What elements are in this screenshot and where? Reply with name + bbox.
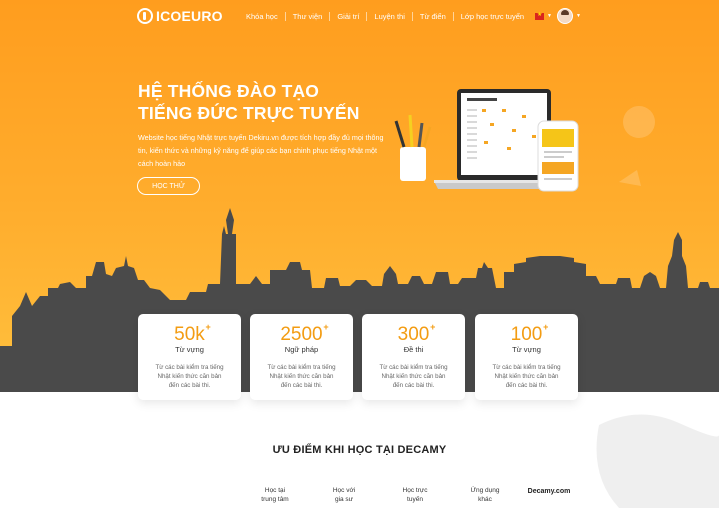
nav-item-thu-vien[interactable]: Thư viện bbox=[286, 12, 330, 21]
stat-card: 100 + Từ vựng Từ các bài kiểm tra tiếng N… bbox=[475, 314, 578, 400]
stat-label: Đề thi bbox=[403, 345, 424, 354]
stat-number: 2500 bbox=[280, 324, 323, 345]
hero-title-line2: TIẾNG ĐỨC TRỰC TUYẾN bbox=[138, 103, 360, 123]
language-chevron-down-icon[interactable]: ▼ bbox=[547, 13, 552, 19]
stat-plus: + bbox=[323, 322, 329, 332]
nav-item-tu-dien[interactable]: Từ điển bbox=[413, 12, 453, 21]
stat-label: Từ vựng bbox=[512, 345, 541, 354]
stat-card: 50k + Từ vựng Từ các bài kiểm tra tiếng N… bbox=[138, 314, 241, 400]
site-logo[interactable]: ICOEURO bbox=[137, 8, 223, 24]
advantages-tabs: Học tại trung tâm Học với gia sư Học trự… bbox=[0, 486, 719, 508]
stat-number: 100 bbox=[510, 324, 543, 345]
try-now-button[interactable]: HỌC THỬ bbox=[137, 177, 200, 195]
stat-value: 300 + bbox=[397, 322, 436, 346]
stat-number: 300 bbox=[397, 324, 430, 345]
stat-description: Từ các bài kiểm tra tiếng Nhật kiến thức… bbox=[155, 364, 224, 389]
tab-decamy[interactable]: Decamy.com bbox=[524, 487, 574, 496]
stat-plus: + bbox=[543, 322, 549, 332]
hero-title-line1: HỆ THỐNG ĐÀO TẠO bbox=[138, 81, 320, 101]
laptop-phone-illustration bbox=[394, 89, 579, 192]
hero-banner: ICOEURO Khóa học Thư viện Giải trí Luyện… bbox=[0, 0, 719, 400]
stat-number: 50k bbox=[174, 324, 205, 345]
stat-plus: + bbox=[205, 322, 211, 332]
tab-line: trung tâm bbox=[261, 496, 289, 503]
logo-icon bbox=[137, 8, 153, 24]
tab-hoc-tai-trung-tam[interactable]: Học tại trung tâm bbox=[253, 486, 297, 504]
hero-description: Website học tiếng Nhật trực tuyến Dekiru… bbox=[138, 133, 384, 168]
tab-line: Học trực bbox=[402, 487, 428, 494]
tab-line: Học với bbox=[332, 487, 356, 494]
tab-line: gia sư bbox=[334, 496, 354, 503]
stat-label: Từ vựng bbox=[175, 345, 204, 354]
advantages-title: ƯU ĐIỂM KHI HỌC TẠI DECAMY bbox=[272, 444, 447, 456]
nav-item-khoa-hoc[interactable]: Khóa học bbox=[239, 12, 285, 21]
stat-description: Từ các bài kiểm tra tiếng Nhật kiến thức… bbox=[267, 364, 336, 389]
stat-description: Từ các bài kiểm tra tiếng Nhật kiến thức… bbox=[492, 364, 561, 389]
stat-card: 300 + Đề thi Từ các bài kiểm tra tiếng Nh… bbox=[362, 314, 465, 400]
stat-label: Ngữ pháp bbox=[284, 345, 319, 354]
stat-plus: + bbox=[430, 322, 436, 332]
user-avatar[interactable] bbox=[557, 8, 573, 24]
hero-title: HỆ THỐNG ĐÀO TẠO TIẾNG ĐỨC TRỰC TUYẾN bbox=[138, 80, 360, 124]
language-flag-icon[interactable] bbox=[535, 12, 544, 20]
nav-item-giai-tri[interactable]: Giải trí bbox=[330, 12, 366, 21]
tab-hoc-voi-gia-su[interactable]: Học với gia sư bbox=[324, 486, 364, 504]
stat-value: 2500 + bbox=[280, 322, 328, 346]
tab-line: Học tại bbox=[264, 487, 286, 494]
tab-ung-dung-khac[interactable]: Ứng dụng khác bbox=[462, 486, 508, 504]
stat-value: 50k + bbox=[174, 322, 211, 346]
account-chevron-down-icon[interactable]: ▼ bbox=[576, 13, 581, 19]
stat-description: Từ các bài kiểm tra tiếng Nhật kiến thức… bbox=[379, 364, 448, 389]
nav-item-lop-hoc-truc-tuyen[interactable]: Lớp học trực tuyến bbox=[454, 12, 531, 21]
logo-text: ICOEURO bbox=[156, 8, 223, 24]
tab-line: khác bbox=[478, 496, 492, 503]
city-skyline-illustration bbox=[0, 208, 719, 400]
nav-item-luyen-thi[interactable]: Luyện thi bbox=[367, 12, 411, 21]
stat-value: 100 + bbox=[510, 322, 549, 346]
tab-line: Decamy.com bbox=[527, 488, 571, 495]
tab-hoc-truc-tuyen[interactable]: Học trực tuyến bbox=[394, 486, 436, 504]
main-nav: Khóa học Thư viện Giải trí Luyện thi Từ … bbox=[239, 12, 531, 21]
tab-line: Ứng dụng bbox=[470, 487, 500, 494]
stat-card: 2500 + Ngữ pháp Từ các bài kiểm tra tiếng… bbox=[250, 314, 353, 400]
tab-line: tuyến bbox=[407, 496, 423, 503]
